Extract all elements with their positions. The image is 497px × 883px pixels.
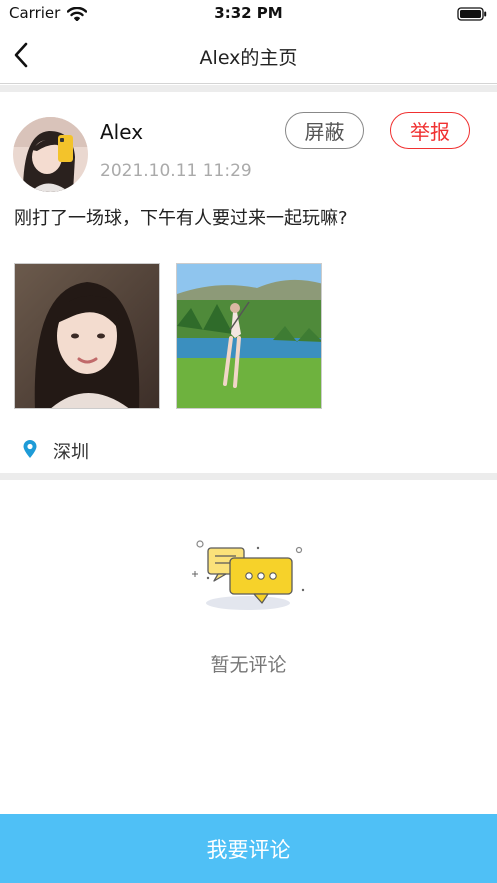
- empty-comments-text: 暂无评论: [210, 654, 287, 676]
- block-button[interactable]: 屏蔽: [285, 112, 364, 149]
- location-pin-icon: [22, 439, 38, 463]
- author-name[interactable]: Alex: [100, 120, 143, 144]
- report-button[interactable]: 举报: [390, 112, 470, 149]
- post-content: 刚打了一场球，下午有人要过来一起玩嘛?: [14, 208, 348, 229]
- post-photo-golf[interactable]: [176, 263, 322, 409]
- location-label: 深圳: [53, 442, 89, 463]
- post-card: Alex 2021.10.11 11:29 屏蔽 举报 刚打了一场球，下午有人要…: [0, 92, 497, 473]
- write-comment-button[interactable]: 我要评论: [0, 814, 497, 883]
- navigation-bar: Alex的主页: [0, 28, 497, 84]
- section-divider: [0, 473, 497, 480]
- page-title: Alex的主页: [199, 47, 298, 69]
- chat-bubbles-icon: [188, 536, 310, 616]
- post-photo-portrait[interactable]: [14, 263, 160, 409]
- avatar[interactable]: [13, 117, 88, 192]
- section-divider: [0, 85, 497, 92]
- post-timestamp: 2021.10.11 11:29: [100, 161, 252, 181]
- status-time: 3:32 PM: [214, 4, 283, 22]
- status-bar: Carrier 3:32 PM: [0, 0, 497, 28]
- battery-icon: [457, 6, 487, 25]
